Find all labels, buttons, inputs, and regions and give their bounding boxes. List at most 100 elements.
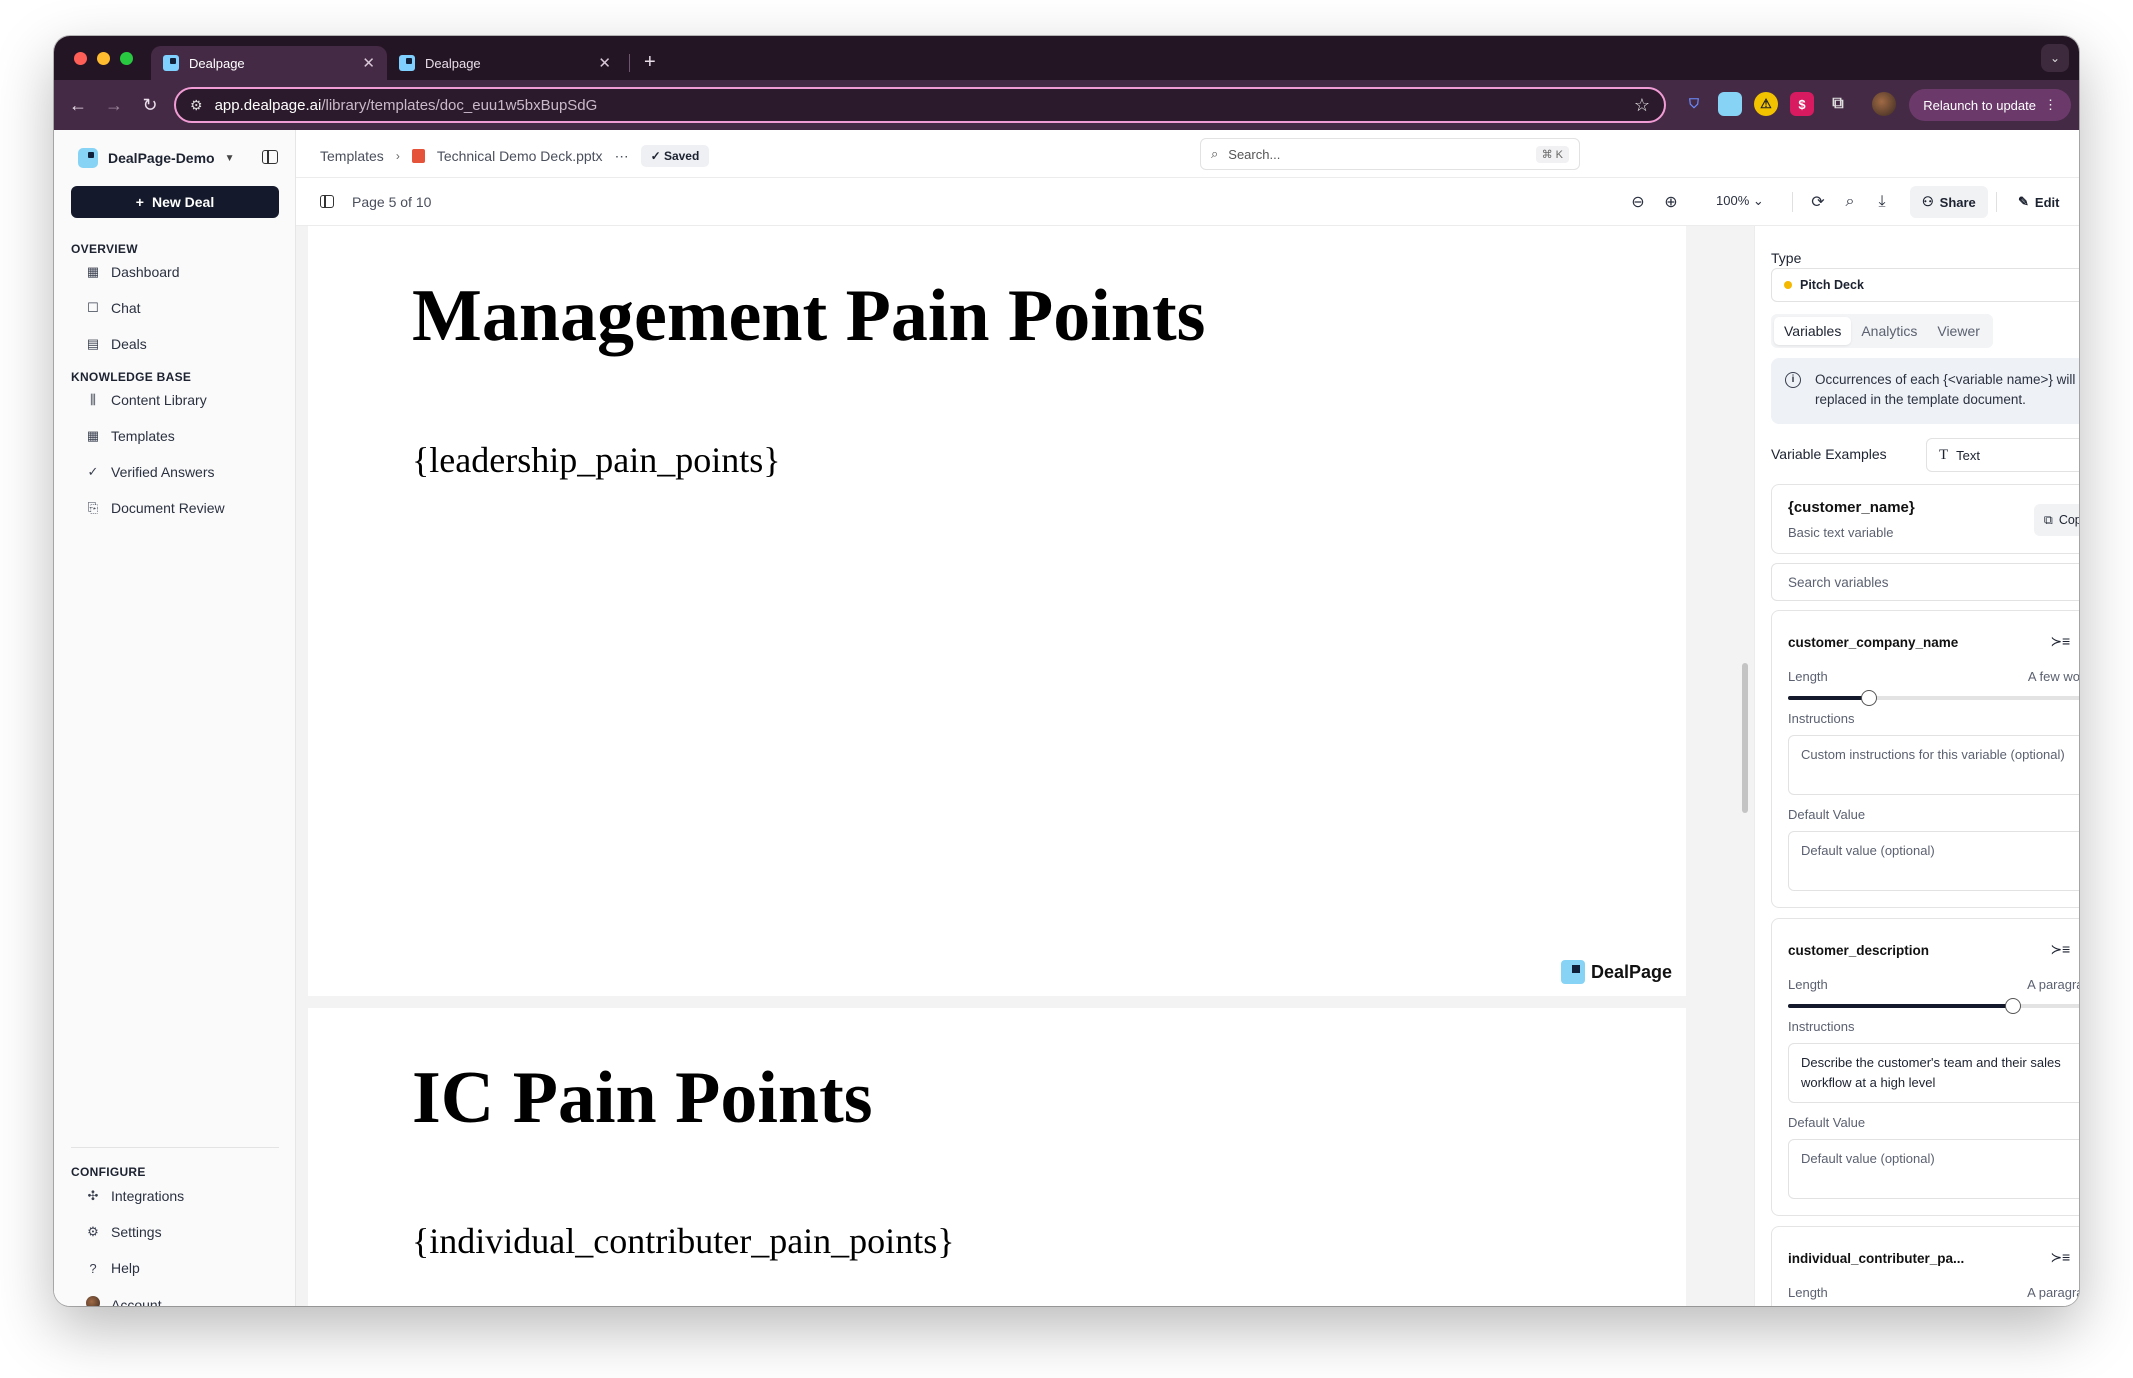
relaunch-label: Relaunch to update (1923, 97, 2036, 113)
breadcrumb-templates-link[interactable]: Templates (320, 148, 384, 164)
sidebar-item-label: Verified Answers (111, 464, 215, 480)
minimize-window-button[interactable] (97, 51, 110, 65)
browser-tab-1[interactable]: Dealpage ✕ (151, 46, 387, 80)
toggle-sidebar-icon[interactable] (262, 150, 278, 164)
sidebar-item-label: Document Review (111, 500, 225, 516)
more-options-icon[interactable]: ⋯ (615, 148, 629, 165)
zoom-in-icon[interactable]: ⊕ (1659, 190, 1683, 214)
instructions-textarea[interactable]: Custom instructions for this variable (o… (1788, 735, 2079, 795)
length-slider-thumb[interactable] (2004, 998, 2021, 1014)
shield-extension-icon[interactable]: ⛉ (1682, 92, 1706, 116)
info-icon: i (1785, 372, 1801, 388)
sidebar-item-deals[interactable]: ▤ Deals (85, 336, 147, 352)
list-format-icon[interactable]: ≻≡ (2050, 1249, 2070, 1267)
configure-section-label: CONFIGURE (71, 1165, 146, 1179)
search-icon: ⌕ (1211, 146, 1219, 161)
sidebar-item-label: Chat (111, 300, 141, 316)
search-variables-input[interactable]: Search variables (1771, 563, 2079, 601)
length-slider[interactable] (1788, 998, 2079, 1014)
copy-icon: ⧉ (2043, 512, 2053, 527)
sidebar-item-settings[interactable]: ⚙ Settings (85, 1224, 161, 1240)
edit-pencil-icon: ✎ (2018, 194, 2029, 209)
sidebar-item-verified-answers[interactable]: ✓ Verified Answers (85, 464, 215, 480)
plus-icon: + (135, 194, 144, 210)
new-deal-button[interactable]: + New Deal (71, 186, 279, 218)
more-vertical-icon: ⋮ (2044, 97, 2057, 112)
default-value-textarea[interactable]: Default value (optional) (1788, 1139, 2079, 1199)
share-label: Share (1939, 194, 1976, 210)
length-label: Length (1788, 977, 1828, 992)
sidebar-item-templates[interactable]: ▦ Templates (85, 428, 175, 444)
search-doc-icon[interactable]: ⌕ (1838, 190, 1862, 214)
sidebar-item-integrations[interactable]: ✣ Integrations (85, 1188, 185, 1204)
warning-extension-icon[interactable]: ⚠ (1754, 92, 1778, 116)
sidebar-item-label: Dashboard (111, 264, 180, 280)
sidebar-item-chat[interactable]: ☐ Chat (85, 300, 141, 316)
site-settings-icon[interactable]: ⚙ (190, 97, 203, 114)
help-icon: ? (89, 1260, 97, 1276)
toggle-pages-panel-icon[interactable] (320, 195, 334, 208)
length-label: Length (1788, 669, 1828, 684)
url-host: app.dealpage.ai (214, 96, 322, 114)
browser-tab-2[interactable]: Dealpage ✕ (387, 46, 623, 80)
tab-analytics[interactable]: Analytics (1851, 317, 1927, 345)
sidebar-item-document-review[interactable]: ⎘ Document Review (85, 500, 225, 516)
edit-button[interactable]: ✎ Edit (2008, 186, 2069, 218)
maximize-window-button[interactable] (120, 51, 133, 65)
type-select[interactable]: Pitch Deck ⇕ (1771, 268, 2079, 302)
close-tab-icon[interactable]: ✕ (598, 54, 611, 72)
sidebar-item-account[interactable]: Account (85, 1296, 162, 1306)
slide-title: Management Pain Points (412, 275, 1206, 357)
close-window-button[interactable] (74, 51, 87, 65)
default-value-textarea[interactable]: Default value (optional) (1788, 831, 2079, 891)
download-icon[interactable]: ⤓ (1870, 190, 1894, 214)
list-format-icon[interactable]: ≻≡ (2050, 633, 2070, 651)
list-format-icon[interactable]: ≻≡ (2050, 941, 2070, 959)
close-tab-icon[interactable]: ✕ (362, 54, 375, 72)
instructions-textarea[interactable]: Describe the customer's team and their s… (1788, 1043, 2079, 1103)
new-tab-icon[interactable]: + (644, 51, 656, 74)
relaunch-button[interactable]: Relaunch to update ⋮ (1909, 89, 2071, 121)
tab-search-chevron-icon[interactable]: ⌄ (2041, 44, 2069, 72)
sidebar-item-help[interactable]: ? Help (85, 1260, 139, 1276)
toolbar-divider (1792, 192, 1793, 212)
length-slider-thumb[interactable] (1861, 690, 1878, 706)
back-arrow-icon[interactable]: ← (60, 95, 96, 116)
zoom-out-icon[interactable]: ⊖ (1626, 190, 1650, 214)
copy-button[interactable]: ⧉ Copy (2033, 504, 2079, 536)
forward-arrow-icon[interactable]: → (96, 95, 132, 116)
slide-page-6: IC Pain Points {individual_contributer_p… (308, 1008, 1686, 1306)
share-user-icon: ⚇ (1922, 194, 1934, 209)
share-button[interactable]: ⚇ Share (1910, 186, 1988, 218)
dealpage-logo-icon (1560, 960, 1585, 984)
breadcrumb-file-name[interactable]: Technical Demo Deck.pptx (437, 148, 603, 164)
global-search-input[interactable]: ⌕ Search... ⌘ K (1200, 138, 1580, 170)
dollar-extension-icon[interactable]: $ (1790, 92, 1814, 116)
variable-type-select[interactable]: T Text ⇕ (1926, 438, 2079, 472)
zoom-select[interactable]: 100% ⌄ (1716, 193, 1764, 209)
refresh-icon[interactable]: ⟳ (1806, 190, 1830, 214)
profile-avatar[interactable] (1872, 92, 1896, 116)
slide-brand-text: DealPage (1590, 961, 1672, 982)
sidebar-item-content-library[interactable]: ⫼ Content Library (85, 392, 207, 408)
extensions-puzzle-icon[interactable]: ⧉ (1826, 92, 1850, 116)
variable-actions: ≻≡ T (2050, 941, 2079, 959)
viewer-scrollbar[interactable] (1742, 663, 1748, 813)
variable-card: customer_description ≻≡ T Length A parag… (1771, 918, 2079, 1216)
tab-viewer[interactable]: Viewer (1927, 317, 1990, 345)
bookmark-star-icon[interactable]: ☆ (1634, 95, 1650, 116)
template-settings-panel: Type Pitch Deck ⇕ Variables Analytics Vi… (1754, 226, 2079, 1306)
variable-name: customer_description (1788, 943, 1930, 958)
tab-variables[interactable]: Variables (1774, 317, 1852, 345)
length-slider[interactable] (1788, 690, 2079, 706)
variable-actions: ≻≡ T (2050, 1249, 2079, 1267)
document-viewer[interactable]: Management Pain Points {leadership_pain_… (296, 226, 1754, 1306)
search-shortcut-badge: ⌘ K (1535, 145, 1569, 163)
address-bar[interactable]: ⚙ app.dealpage.ai/library/templates/doc_… (174, 87, 1666, 123)
zoom-value: 100% (1716, 193, 1750, 208)
dealpage-extension-icon[interactable] (1718, 92, 1742, 116)
deals-icon: ▤ (86, 336, 100, 351)
workspace-switcher[interactable]: DealPage-Demo ▼ (78, 148, 235, 168)
sidebar-item-dashboard[interactable]: ▦ Dashboard (85, 264, 180, 280)
reload-icon[interactable]: ↻ (132, 95, 168, 116)
